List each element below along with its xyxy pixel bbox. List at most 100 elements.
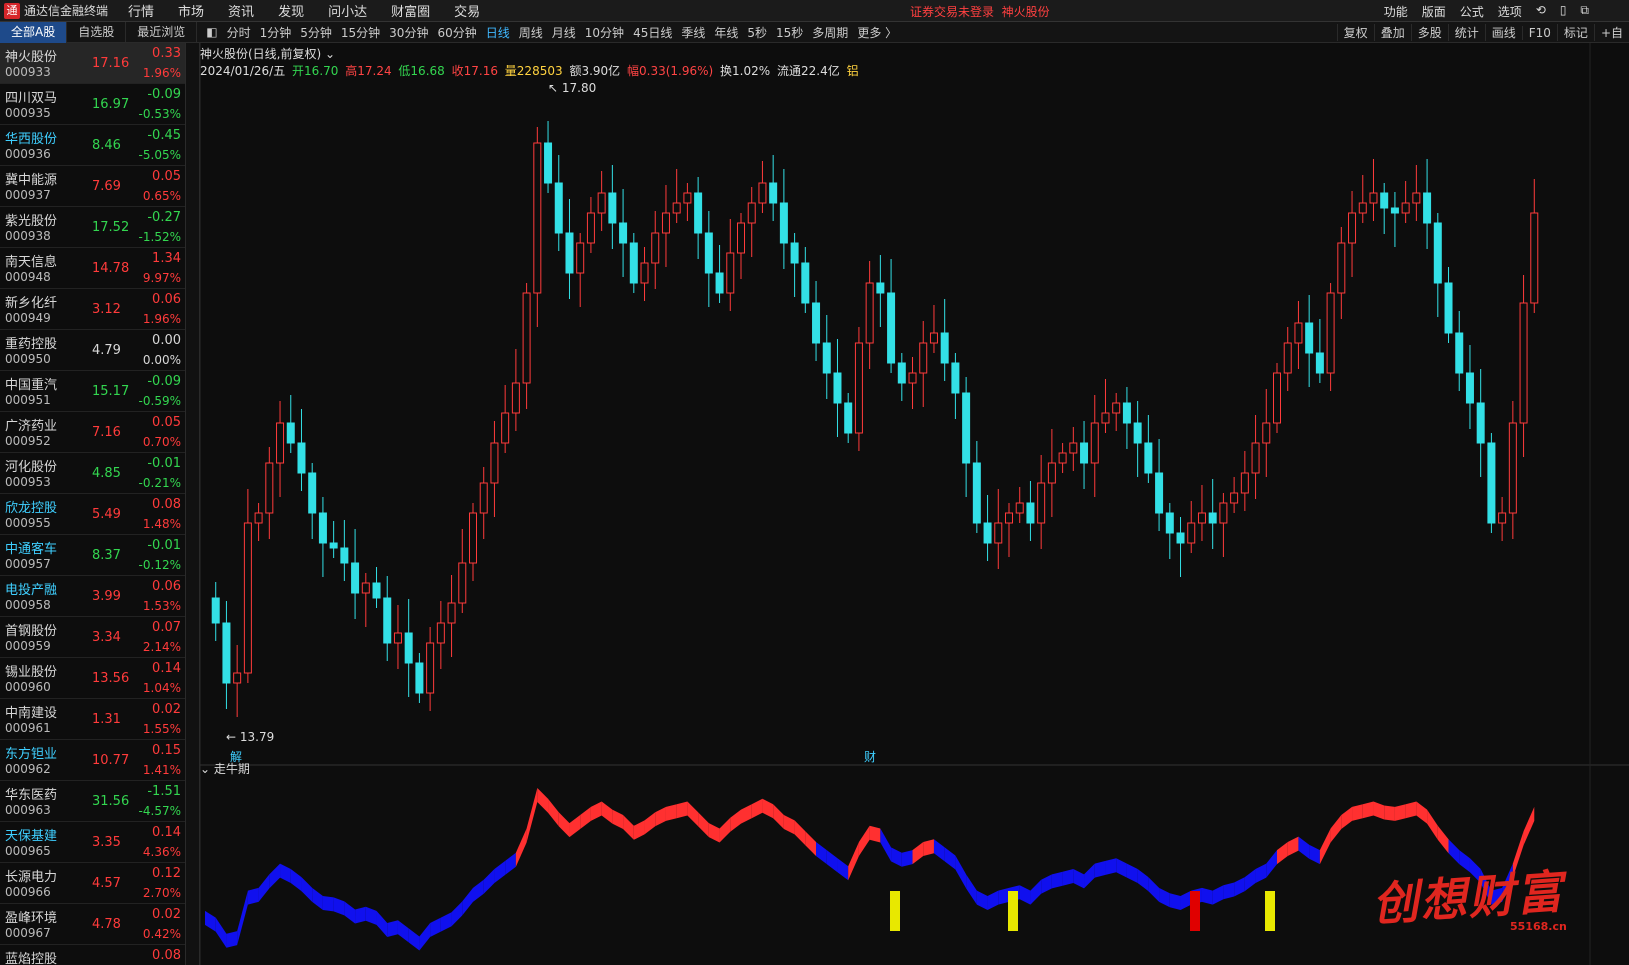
list-item[interactable]: 广济药业 000952 7.16 0.05 0.70% (0, 412, 185, 453)
minimize-icon[interactable]: ▯ (1560, 3, 1567, 20)
period-weekly[interactable]: 周线 (519, 24, 543, 41)
stock-percent: -4.57% (138, 804, 181, 818)
list-item[interactable]: 华东医药 000963 31.56 -1.51 -4.57% (0, 781, 185, 822)
tool-f10[interactable]: F10 (1521, 25, 1557, 40)
list-item[interactable]: 东方钽业 000962 10.77 0.15 1.41% (0, 740, 185, 781)
period-5sec[interactable]: 5秒 (747, 24, 767, 41)
ribbon-segment (698, 812, 709, 838)
period-fenshi[interactable]: 分时 (227, 24, 251, 41)
list-item[interactable]: 长源电力 000966 4.57 0.12 2.70% (0, 863, 185, 904)
tool-biaoji[interactable]: 标记 (1556, 24, 1594, 41)
candle-body (887, 292, 896, 364)
list-item[interactable]: 冀中能源 000937 7.69 0.05 0.65% (0, 166, 185, 207)
period-monthly[interactable]: 月线 (552, 24, 576, 41)
tab-all-a-shares[interactable]: 全部A股 (0, 21, 68, 43)
list-item[interactable]: 河化股份 000953 4.85 -0.01 -0.21% (0, 453, 185, 494)
list-item[interactable]: 首钢股份 000959 3.34 0.07 2.14% (0, 617, 185, 658)
ribbon-segment (205, 910, 216, 932)
period-yearly[interactable]: 年线 (714, 24, 738, 41)
stock-change: 0.08 (152, 948, 181, 963)
list-item[interactable]: 蓝焰控股 0.08 (0, 945, 185, 965)
period-10min[interactable]: 10分钟 (585, 24, 624, 41)
candle-body (812, 302, 821, 344)
tab-watchlist[interactable]: 自选股 (67, 21, 127, 43)
list-item[interactable]: 天保基建 000965 3.35 0.14 4.36% (0, 822, 185, 863)
period-more[interactable]: 更多 〉 (857, 24, 897, 41)
list-item[interactable]: 电投产融 000958 3.99 0.06 1.53% (0, 576, 185, 617)
ribbon-segment (1255, 863, 1267, 883)
list-item[interactable]: 新乡化纤 000949 3.12 0.06 1.96% (0, 289, 185, 330)
candlestick-chart[interactable] (200, 43, 1629, 965)
list-item[interactable]: 南天信息 000948 14.78 1.34 9.97% (0, 248, 185, 289)
ribbon-segment (301, 877, 313, 902)
ribbon-segment (430, 917, 441, 937)
menu-jiaoyi[interactable]: 交易 (454, 1, 480, 20)
menu-hangqing[interactable]: 行情 (128, 1, 154, 20)
period-daily[interactable]: 日线 (486, 24, 510, 41)
menu-banmian[interactable]: 版面 (1422, 3, 1446, 20)
tool-duogu[interactable]: 多股 (1410, 24, 1448, 41)
ribbon-segment (687, 801, 699, 827)
collapse-icon[interactable]: ⌄ (200, 762, 210, 776)
ribbon-segment (719, 817, 731, 843)
sidebar-toggle-icon[interactable]: ◧ (206, 25, 217, 39)
candle-body (1358, 202, 1367, 214)
ribbon-segment (708, 823, 720, 843)
period-15sec[interactable]: 15秒 (776, 24, 803, 41)
list-splitter[interactable] (186, 43, 200, 965)
list-item[interactable]: 中国重汽 000951 15.17 -0.09 -0.59% (0, 371, 185, 412)
period-multi[interactable]: 多周期 (812, 24, 848, 41)
menu-caifuquan[interactable]: 财富圈 (391, 1, 430, 20)
tool-diejia[interactable]: 叠加 (1373, 24, 1411, 41)
list-item[interactable]: 华西股份 000936 8.46 -0.45 -5.05% (0, 125, 185, 166)
chart-area[interactable] (200, 43, 1629, 965)
period-30min[interactable]: 30分钟 (389, 24, 428, 41)
period-5min[interactable]: 5分钟 (300, 24, 332, 41)
restore-icon[interactable]: ⧉ (1580, 3, 1589, 20)
list-item[interactable]: 欣龙控股 000955 5.49 0.08 1.48% (0, 494, 185, 535)
candle-body (1337, 242, 1346, 294)
period-quarterly[interactable]: 季线 (681, 24, 705, 41)
menu-wenxiaoda[interactable]: 问小达 (328, 1, 367, 20)
period-45day[interactable]: 45日线 (633, 24, 672, 41)
list-item[interactable]: 重药控股 000950 4.79 0.00 0.00% (0, 330, 185, 371)
tool-huaxian[interactable]: 画线 (1484, 24, 1522, 41)
list-item[interactable]: 神火股份 000933 17.16 0.33 1.96% (0, 43, 185, 84)
ribbon-segment (1523, 806, 1535, 846)
candle-body (1155, 472, 1164, 514)
tab-recent[interactable]: 最近浏览 (126, 21, 198, 43)
stock-code: 000933 (5, 65, 51, 79)
list-item[interactable]: 紫光股份 000938 17.52 -0.27 -1.52% (0, 207, 185, 248)
ribbon-segment (526, 788, 538, 843)
list-item[interactable]: 中南建设 000961 1.31 0.02 1.55% (0, 699, 185, 740)
menu-gongshi[interactable]: 公式 (1460, 3, 1484, 20)
period-1min[interactable]: 1分钟 (260, 24, 292, 41)
list-item[interactable]: 锡业股份 000960 13.56 0.14 1.04% (0, 658, 185, 699)
tool-fuquan[interactable]: 复权 (1336, 24, 1374, 41)
menu-xuanxiang[interactable]: 选项 (1498, 3, 1522, 20)
period-15min[interactable]: 15分钟 (341, 24, 380, 41)
stock-percent: 1.41% (142, 763, 181, 777)
menu-shichang[interactable]: 市场 (178, 1, 204, 20)
candle-body (854, 342, 863, 434)
list-item[interactable]: 盈峰环境 000967 4.78 0.02 0.42% (0, 904, 185, 945)
marker-cai[interactable]: 财 (864, 748, 876, 765)
menu-zixun[interactable]: 资讯 (228, 1, 254, 20)
indicator-title[interactable]: ⌄ 走牛期 (200, 760, 250, 777)
stock-name: 重药控股 (5, 337, 58, 352)
tool-tongji[interactable]: 统计 (1447, 24, 1485, 41)
list-item[interactable]: 中通客车 000957 8.37 -0.01 -0.12% (0, 535, 185, 576)
period-60min[interactable]: 60分钟 (437, 24, 476, 41)
ribbon-segment (923, 839, 934, 856)
ribbon-segment (869, 825, 881, 843)
list-item[interactable]: 四川双马 000935 16.97 -0.09 -0.53% (0, 84, 185, 125)
menu-faxian[interactable]: 发现 (278, 1, 304, 20)
candle-body (1005, 512, 1013, 524)
menu-gongneng[interactable]: 功能 (1384, 3, 1408, 20)
stock-change: 0.12 (152, 866, 181, 881)
candle-body (704, 232, 713, 274)
ribbon-segment (494, 860, 506, 883)
tool-add[interactable]: +自 (1593, 24, 1629, 41)
login-warning[interactable]: 证券交易未登录 神火股份 (910, 3, 1050, 20)
refresh-icon[interactable]: ⟲ (1536, 3, 1546, 20)
